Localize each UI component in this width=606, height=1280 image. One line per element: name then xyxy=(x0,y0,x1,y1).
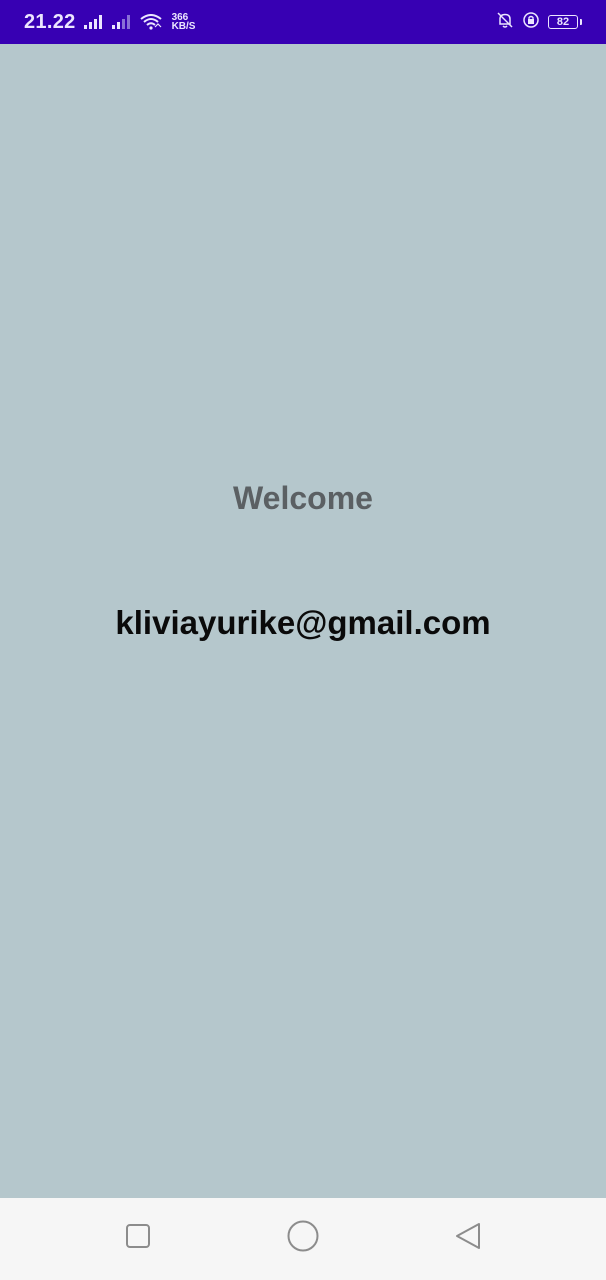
mute-notifications-icon xyxy=(496,11,514,34)
home-button[interactable] xyxy=(283,1218,323,1258)
user-email: kliviayurike@gmail.com xyxy=(115,604,491,641)
signal-icon xyxy=(111,15,132,29)
back-button[interactable] xyxy=(448,1218,488,1258)
battery-cap xyxy=(580,19,582,25)
recents-button[interactable] xyxy=(118,1218,158,1258)
recents-icon xyxy=(125,1223,151,1254)
status-right: 82 xyxy=(496,0,582,44)
clock: 21.22 xyxy=(24,10,76,33)
navigation-bar xyxy=(0,1198,606,1280)
status-left: 21.22 366 KB/S xyxy=(24,0,195,44)
home-icon xyxy=(286,1219,320,1258)
main-content: Welcome kliviayurike@gmail.com xyxy=(0,44,606,1198)
status-bar: 21.22 366 KB/S 82 xyxy=(0,0,606,44)
wifi-icon xyxy=(139,14,162,30)
battery-icon: 82 xyxy=(548,15,578,29)
signal-icon xyxy=(83,15,104,29)
battery-level: 82 xyxy=(556,15,570,28)
back-icon xyxy=(453,1221,483,1256)
network-speed-unit: KB/S xyxy=(171,21,196,32)
data-saver-icon xyxy=(522,11,540,34)
welcome-heading: Welcome xyxy=(233,480,373,516)
network-speed: 366 KB/S xyxy=(171,13,196,32)
